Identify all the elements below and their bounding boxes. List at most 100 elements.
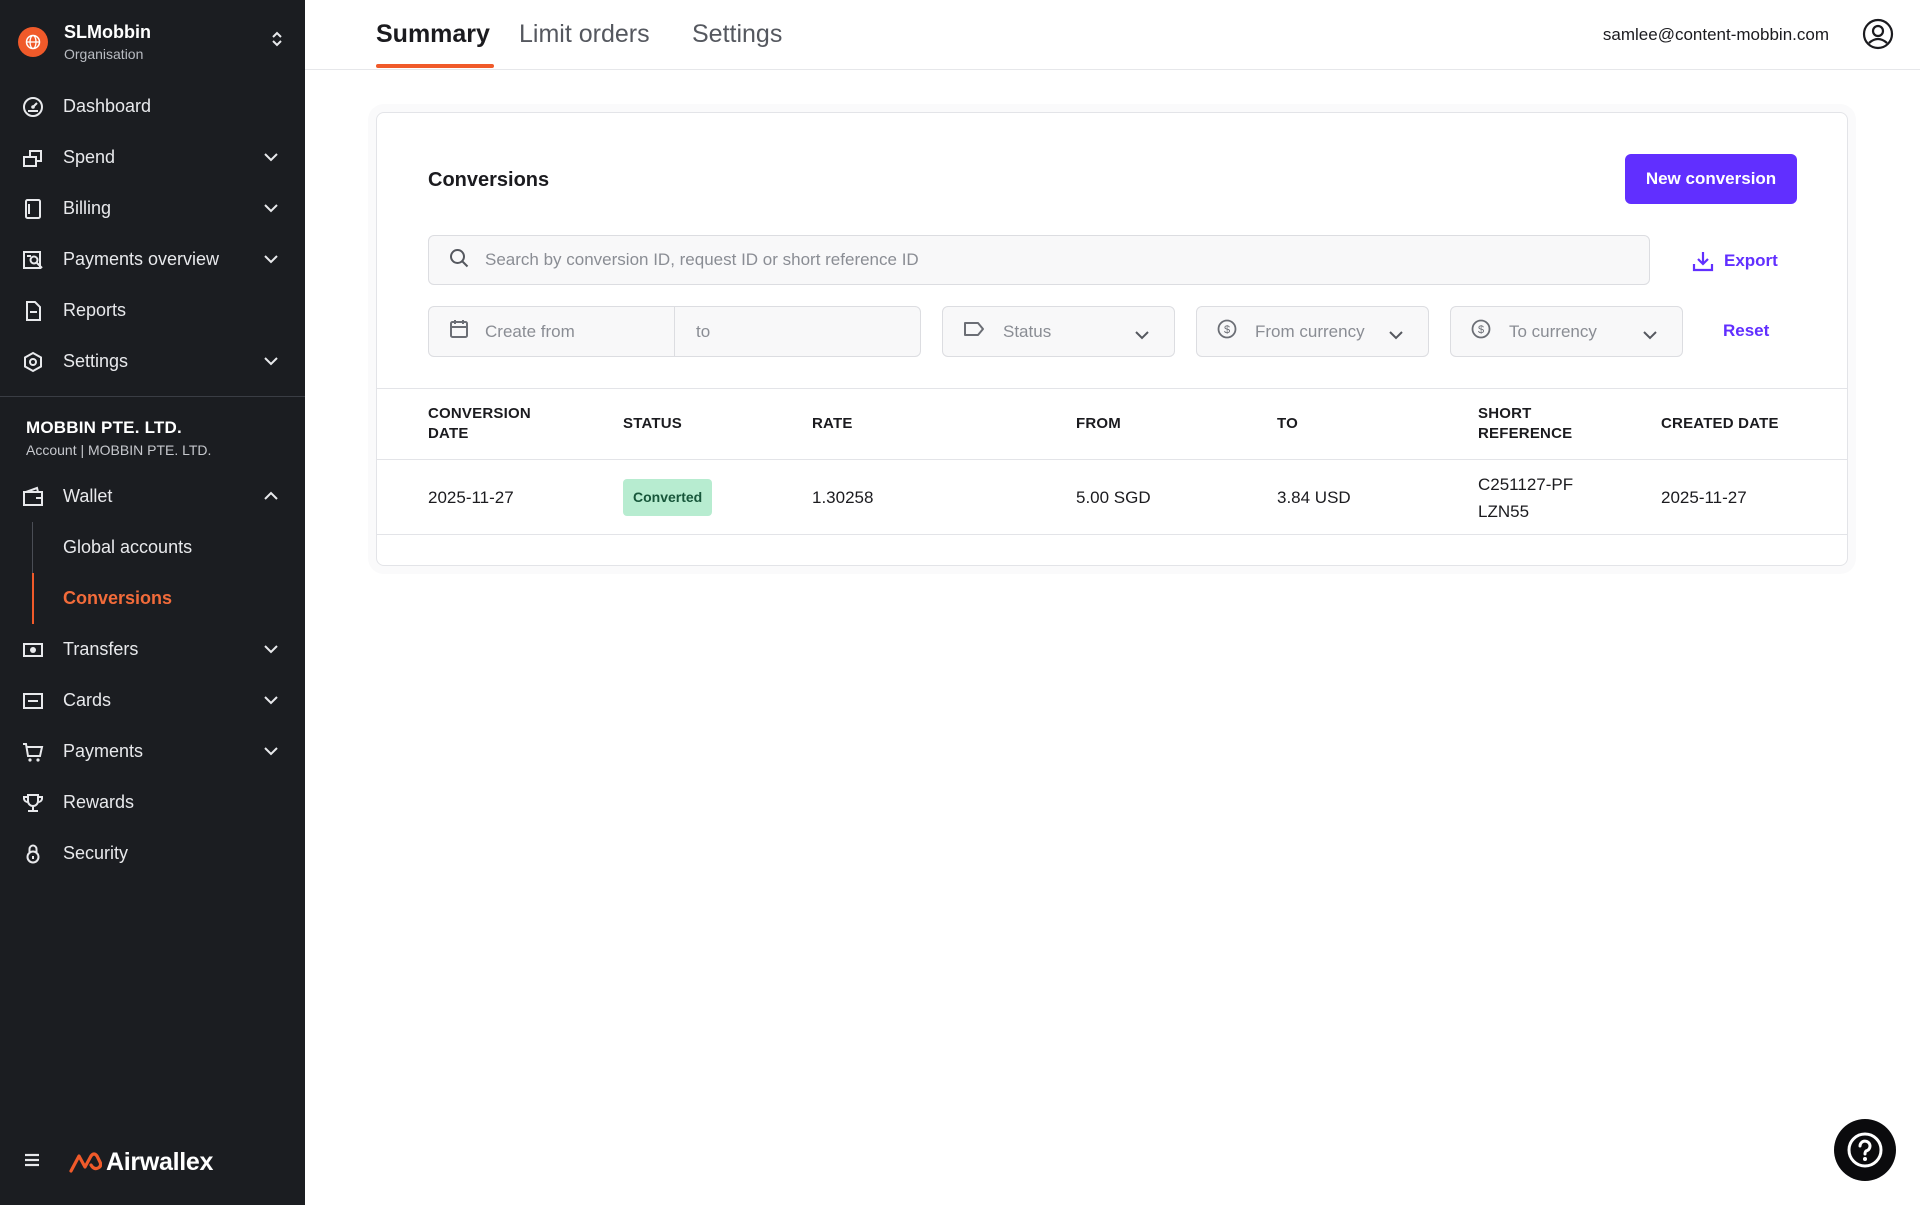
sidebar-item-wallet[interactable]: Wallet [0,471,305,522]
sidebar-divider [0,396,305,397]
switch-updown-icon[interactable] [271,30,283,53]
cards-icon [22,690,44,712]
dashboard-icon [22,96,44,118]
chevron-down-icon [263,251,279,269]
sidebar-item-security[interactable]: Security [0,828,305,879]
organisation-subtitle: Organisation [64,46,144,62]
account-nav: Transfers Cards Payments Rewards Securit… [0,624,305,879]
conversions-card: Conversions New conversion Export Create… [376,112,1848,566]
chevron-down-icon [1388,325,1404,345]
brand-name: Airwallex [106,1148,214,1176]
sidebar-item-settings[interactable]: Settings [0,336,305,387]
from-currency-label: From currency [1255,321,1365,341]
create-from-input[interactable]: Create from [485,322,575,342]
sidebar-item-cards[interactable]: Cards [0,675,305,726]
spend-icon [22,147,44,169]
calendar-icon [449,319,469,344]
organisation-switcher[interactable]: SLMobbin Organisation [0,0,305,84]
sidebar-item-label: Rewards [63,792,135,812]
user-email[interactable]: samlee@content-mobbin.com [1603,25,1829,45]
sidebar-item-label: Spend [63,147,116,167]
page-title: Conversions [428,169,550,191]
column-header-status[interactable]: STATUS [623,389,682,459]
airwallex-mark-icon [69,1151,102,1173]
conversions-table: CONVERSION DATE STATUS RATE FROM TO SHOR… [377,388,1847,535]
status-filter-label: Status [1003,321,1052,341]
from-currency-filter[interactable]: $ From currency [1196,306,1429,357]
new-conversion-button[interactable]: New conversion [1625,154,1797,204]
tab-summary[interactable]: Summary [376,20,490,49]
status-badge: Converted [623,479,713,516]
user-avatar-icon[interactable] [1862,18,1894,55]
help-question-icon [1847,1132,1883,1168]
create-to-input[interactable]: to [696,322,710,342]
reports-icon [22,300,44,322]
sidebar-item-rewards[interactable]: Rewards [0,777,305,828]
sidebar-item-reports[interactable]: Reports [0,285,305,336]
cell-to: 3.84 USD [1277,488,1351,507]
sidebar-item-dashboard[interactable]: Dashboard [0,81,305,132]
chevron-down-icon [263,353,279,371]
sidebar-item-label: Billing [63,198,112,218]
sidebar-item-billing[interactable]: Billing [0,183,305,234]
to-currency-filter[interactable]: $ To currency [1450,306,1683,357]
column-header-short-reference[interactable]: SHORT REFERENCE [1478,389,1588,459]
wallet-subnav: Global accounts Conversions [0,522,305,624]
billing-icon [22,198,44,220]
download-icon [1692,252,1714,272]
tab-limit-orders[interactable]: Limit orders [519,20,650,49]
payments-overview-icon [22,249,44,271]
cell-from: 5.00 SGD [1076,488,1151,507]
organisation-name: SLMobbin [64,22,151,42]
svg-text:$: $ [1224,324,1230,336]
column-header-to[interactable]: TO [1277,389,1298,459]
sidebar-item-label: Payments [63,741,144,761]
date-range-separator [674,307,675,356]
tab-settings[interactable]: Settings [692,20,782,49]
wallet-nav: Wallet [0,471,305,522]
chevron-down-icon [263,200,279,218]
sidebar-item-label: Dashboard [63,96,152,116]
hamburger-menu-icon[interactable] [22,1151,44,1174]
lock-icon [22,843,44,865]
svg-text:$: $ [1478,324,1484,336]
table-header: CONVERSION DATE STATUS RATE FROM TO SHOR… [377,388,1847,460]
account-name: MOBBIN PTE. LTD. [26,418,182,437]
sidebar-item-payments-overview[interactable]: Payments overview [0,234,305,285]
reset-filters-button[interactable]: Reset [1723,321,1769,341]
column-header-created-date[interactable]: CREATED DATE [1661,389,1779,459]
cell-conversion-date: 2025-11-27 [428,488,514,507]
column-header-rate[interactable]: RATE [812,389,853,459]
sidebar-item-conversions[interactable]: Conversions [0,573,305,624]
sidebar-item-spend[interactable]: Spend [0,132,305,183]
chevron-down-icon [263,641,279,659]
transfers-icon [22,639,44,661]
column-header-from[interactable]: FROM [1076,389,1121,459]
search-input[interactable] [485,250,1585,270]
table-row[interactable]: 2025-11-27 Converted 1.30258 5.00 SGD 3.… [377,460,1847,535]
wallet-icon [22,486,44,508]
sidebar-item-global-accounts[interactable]: Global accounts [0,522,305,573]
to-currency-label: To currency [1509,321,1597,341]
column-header-conversion-date[interactable]: CONVERSION DATE [428,389,568,459]
main-nav: Dashboard Spend Billing Payments overvie… [0,81,305,387]
export-label: Export [1724,251,1778,270]
tag-icon [963,321,985,342]
account-subtitle: Account | MOBBIN PTE. LTD. [26,442,212,458]
trophy-icon [22,792,44,814]
help-button[interactable] [1834,1119,1896,1181]
sidebar-item-label: Cards [63,690,112,710]
sidebar: SLMobbin Organisation Dashboard Spend Bi… [0,0,305,1205]
sidebar-item-label: Reports [63,300,127,320]
chevron-down-icon [263,743,279,761]
sidebar-footer: Airwallex [22,1148,213,1177]
airwallex-logo: Airwallex [68,1148,213,1177]
export-button[interactable]: Export [1692,250,1778,272]
sidebar-item-payments[interactable]: Payments [0,726,305,777]
date-range-filter[interactable]: Create from to [428,306,921,357]
search-box[interactable] [428,235,1650,285]
sidebar-item-transfers[interactable]: Transfers [0,624,305,675]
cell-status: Converted [623,460,713,535]
status-filter[interactable]: Status [942,306,1175,357]
chevron-down-icon [263,149,279,167]
